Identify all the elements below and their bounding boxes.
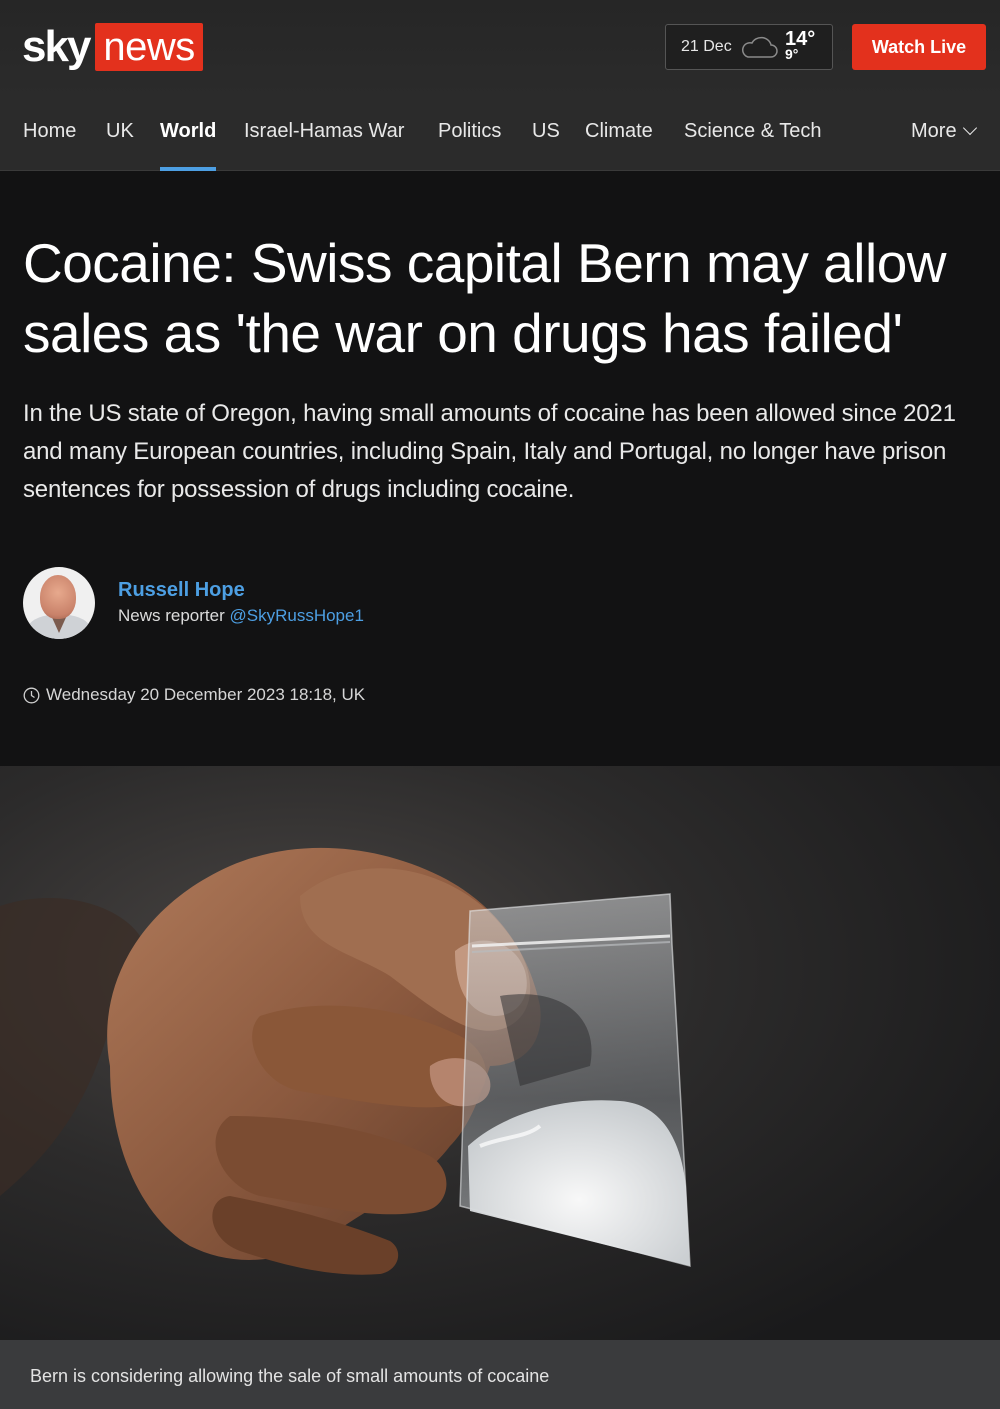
author-role-line: News reporter @SkyRussHope1 — [118, 603, 364, 629]
nav-item-science-tech[interactable]: Science & Tech — [684, 120, 822, 171]
temperature-low: 9° — [785, 46, 799, 62]
article-timestamp: Wednesday 20 December 2023 18:18, UK — [23, 685, 365, 705]
nav-item-climate[interactable]: Climate — [585, 120, 653, 171]
author-byline: Russell Hope News reporter @SkyRussHope1 — [23, 567, 364, 639]
author-name[interactable]: Russell Hope — [118, 577, 364, 603]
nav-item-uk[interactable]: UK — [106, 120, 134, 171]
hero-image — [0, 766, 1000, 1340]
cloud-icon — [742, 36, 778, 58]
chevron-down-icon — [962, 120, 977, 136]
nav-item-us[interactable]: US — [532, 120, 560, 171]
watch-live-button[interactable]: Watch Live — [852, 24, 986, 70]
site-header: sky news 21 Dec 14° 9° Watch Live — [0, 0, 1000, 96]
nav-more-label: More — [911, 120, 957, 142]
nav-more-button[interactable]: More — [911, 120, 977, 171]
sky-news-logo[interactable]: sky news — [22, 22, 203, 72]
author-details: Russell Hope News reporter @SkyRussHope1 — [118, 577, 364, 629]
author-role: News reporter — [118, 606, 225, 625]
image-caption: Bern is considering allowing the sale of… — [0, 1340, 1000, 1409]
article-headline: Cocaine: Swiss capital Bern may allow sa… — [23, 232, 947, 364]
article-standfirst: In the US state of Oregon, having small … — [23, 400, 956, 503]
temperature-high: 14° — [785, 28, 816, 50]
nav-item-politics[interactable]: Politics — [438, 120, 501, 171]
logo-news-text: news — [95, 23, 203, 71]
nav-item-israel-hamas-war[interactable]: Israel-Hamas War — [244, 120, 404, 171]
nav-item-home[interactable]: Home — [23, 120, 76, 171]
weather-date: 21 Dec — [681, 38, 732, 55]
hand-holding-bag-illustration — [0, 766, 1000, 1340]
timestamp-text: Wednesday 20 December 2023 18:18, UK — [46, 685, 366, 704]
weather-widget[interactable]: 21 Dec 14° 9° — [665, 24, 833, 70]
clock-icon — [23, 687, 40, 703]
weather-temps: 14° 9° — [785, 28, 816, 62]
author-twitter-handle[interactable]: @SkyRussHope1 — [230, 606, 364, 625]
nav-item-world[interactable]: World — [160, 120, 217, 171]
main-nav: Home UK World Israel-Hamas War Politics … — [0, 96, 1000, 171]
author-avatar[interactable] — [23, 567, 95, 639]
logo-sky-text: sky — [22, 22, 91, 71]
